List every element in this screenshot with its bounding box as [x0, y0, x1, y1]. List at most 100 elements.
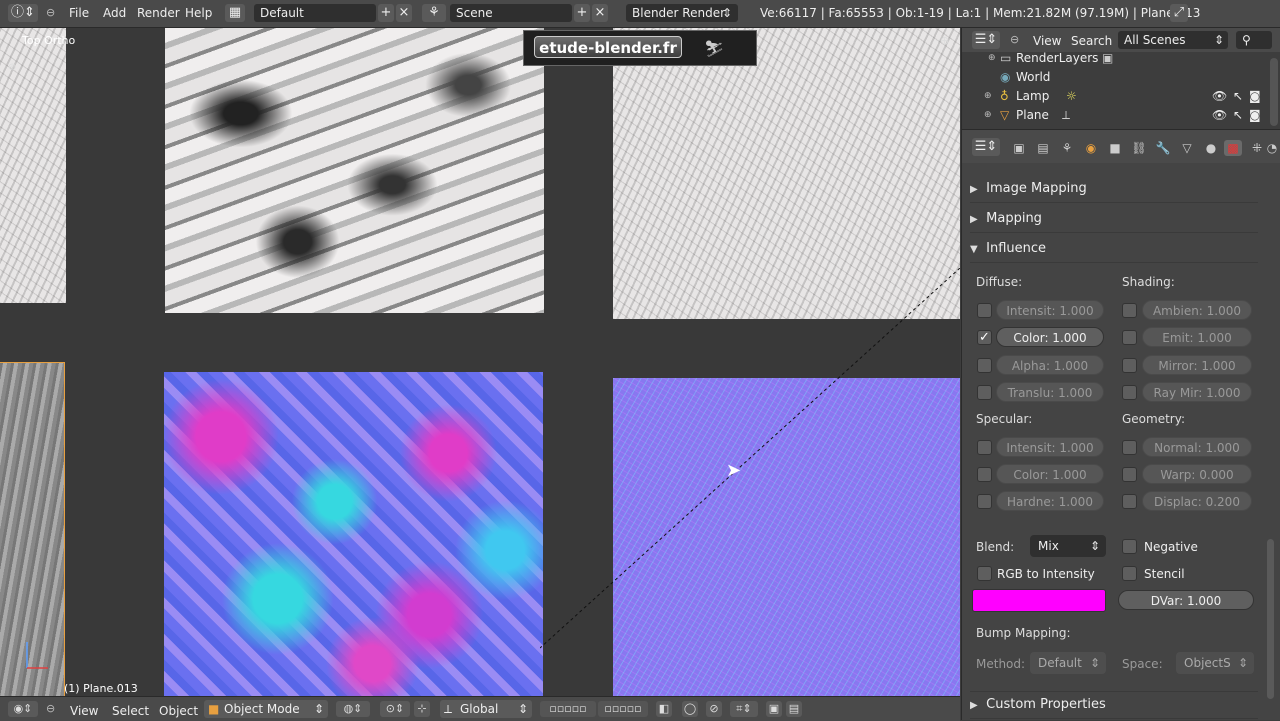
outliner-row-renderlayers[interactable]: ⊕ ▭ RenderLayers ▣ [962, 49, 1262, 68]
outliner-search-icon[interactable]: ⚲ [1236, 31, 1272, 49]
diffuse-intensity-checkbox[interactable] [977, 303, 992, 318]
properties-type-icon[interactable]: ☰⇕ [972, 138, 1000, 156]
menu-help[interactable]: Help [185, 6, 212, 20]
outliner-type-icon[interactable]: ☰⇕ [972, 31, 1000, 49]
blend-select[interactable]: Mix ⇕ [1030, 535, 1106, 557]
stencil-checkbox[interactable] [1122, 566, 1137, 581]
layers-grid-1[interactable]: ▫▫▫▫▫ [540, 701, 596, 717]
space-select[interactable]: ObjectS ⇕ [1176, 652, 1254, 674]
diffuse-color-checkbox[interactable]: ✓ [977, 330, 992, 345]
pivot-point-icon[interactable]: ⊙⇕ [380, 701, 410, 717]
renderlayers-tab-icon[interactable]: ▤ [1034, 140, 1052, 156]
data-tab-icon[interactable]: ▽ [1178, 140, 1196, 156]
renderable-camera-icon[interactable]: ◙ [1249, 106, 1261, 125]
geometry-displace-checkbox[interactable] [1122, 494, 1137, 509]
viewport-split-icon[interactable]: ⊕ [940, 34, 949, 47]
rgb-to-intensity-checkbox[interactable] [977, 566, 992, 581]
layer-lock-icon[interactable]: ◧ [656, 701, 672, 717]
proportional-edit-icon[interactable]: ◯ [682, 701, 698, 717]
screen-layout-field[interactable]: Default [254, 4, 376, 22]
transform-orientation-select[interactable]: ⟂ Global ⇕ [440, 700, 532, 718]
remove-scene-icon[interactable]: × [592, 4, 608, 22]
info-editor-type-icon[interactable]: ⓘ⇕ [8, 4, 38, 22]
geometry-displace-field[interactable]: Displac: 0.200 [1142, 491, 1252, 511]
diffuse-color-field[interactable]: Color: 1.000 [996, 327, 1104, 347]
physics-tab-icon[interactable]: ◔ [1265, 140, 1279, 156]
selectable-cursor-icon[interactable]: ↖ [1233, 87, 1243, 106]
renderable-camera-icon[interactable]: ◙ [1249, 87, 1261, 106]
properties-scrollbar[interactable] [1267, 539, 1274, 699]
menu-add[interactable]: Add [103, 6, 126, 20]
render-engine-select[interactable]: Blender Render ⇕ [626, 4, 738, 22]
diffuse-alpha-checkbox[interactable] [977, 358, 992, 373]
panel-custom-properties[interactable]: ▶ Custom Properties [970, 691, 1258, 719]
snap-toggle-icon[interactable]: ⊘ [706, 701, 722, 717]
panel-image-mapping[interactable]: ▶ Image Mapping [970, 176, 1258, 203]
specular-color-field[interactable]: Color: 1.000 [996, 464, 1104, 484]
diffuse-translu-checkbox[interactable] [977, 385, 992, 400]
texture-tab-icon[interactable]: ▩ [1224, 140, 1242, 156]
specular-intensity-field[interactable]: Intensit: 1.000 [996, 437, 1104, 457]
geometry-normal-checkbox[interactable] [1122, 440, 1137, 455]
expand-icon[interactable]: ⊕ [984, 106, 992, 125]
diffuse-intensity-field[interactable]: Intensit: 1.000 [996, 300, 1104, 320]
shading-ambient-checkbox[interactable] [1122, 303, 1137, 318]
outliner-menu-search[interactable]: Search [1071, 34, 1112, 48]
menu-select[interactable]: Select [112, 704, 149, 718]
menu-object[interactable]: Object [159, 704, 198, 718]
outliner-filter-select[interactable]: All Scenes ⇕ [1118, 31, 1228, 49]
outliner-row-world[interactable]: ◉ World [962, 68, 1262, 87]
object-tab-icon[interactable]: ■ [1106, 140, 1124, 156]
shading-mirror-checkbox[interactable] [1122, 358, 1137, 373]
panel-mapping[interactable]: ▶ Mapping [970, 206, 1258, 233]
expand-icon[interactable]: ⊕ [988, 49, 996, 68]
world-tab-icon[interactable]: ◉ [1082, 140, 1100, 156]
collapse-menu-icon[interactable]: ⊖ [1010, 33, 1019, 46]
layers-grid-2[interactable]: ▫▫▫▫▫ [598, 701, 648, 717]
constraints-tab-icon[interactable]: ⛓ [1130, 140, 1148, 156]
geometry-warp-checkbox[interactable] [1122, 467, 1137, 482]
specular-color-checkbox[interactable] [977, 467, 992, 482]
visibility-eye-icon[interactable]: 👁 [1212, 87, 1227, 106]
shading-emit-field[interactable]: Emit: 1.000 [1142, 327, 1252, 347]
add-screen-icon[interactable]: + [378, 4, 394, 22]
render-tab-icon[interactable]: ▣ [1010, 140, 1028, 156]
method-select[interactable]: Default ⇕ [1030, 652, 1106, 674]
shading-ambient-field[interactable]: Ambien: 1.000 [1142, 300, 1252, 320]
particles-tab-icon[interactable]: ⁜ [1248, 140, 1266, 156]
shading-raymir-field[interactable]: Ray Mir: 1.000 [1142, 382, 1252, 402]
remove-screen-icon[interactable]: × [396, 4, 412, 22]
outliner-scrollbar[interactable] [1270, 58, 1278, 126]
menu-view[interactable]: View [70, 704, 98, 718]
diffuse-translu-field[interactable]: Translu: 1.000 [996, 382, 1104, 402]
menu-render[interactable]: Render [137, 6, 180, 20]
mode-select[interactable]: ■ Object Mode ⇕ [204, 700, 328, 718]
editor-type-icon[interactable]: ◉⇕ [8, 701, 38, 717]
add-scene-icon[interactable]: + [574, 4, 590, 22]
expand-icon[interactable]: ⊕ [984, 87, 992, 106]
render-still-icon[interactable]: ▣ [766, 701, 782, 717]
collapse-menu-icon[interactable]: ⊖ [46, 6, 55, 19]
specular-hardness-field[interactable]: Hardne: 1.000 [996, 491, 1104, 511]
viewport-shading-icon[interactable]: ◍⇕ [336, 701, 370, 717]
scene-icon[interactable]: ⚘ [422, 4, 446, 22]
fullscreen-icon[interactable]: ⤢ [1170, 4, 1188, 22]
snap-element-icon[interactable]: ⌗⇕ [730, 701, 758, 717]
outliner-row-plane[interactable]: ⊕ ▽ Plane ⟂ 👁 ↖ ◙ [962, 106, 1262, 125]
dvar-field[interactable]: DVar: 1.000 [1118, 590, 1254, 610]
render-animation-icon[interactable]: ▤ [786, 701, 802, 717]
collapse-menu-icon[interactable]: ⊖ [46, 702, 55, 715]
geometry-warp-field[interactable]: Warp: 0.000 [1142, 464, 1252, 484]
specular-intensity-checkbox[interactable] [977, 440, 992, 455]
selectable-cursor-icon[interactable]: ↖ [1233, 106, 1243, 125]
visibility-eye-icon[interactable]: 👁 [1212, 106, 1227, 125]
3d-viewport[interactable]: Top Ortho ⊕ ⊕ etude-blender.fr ⛷ ➤ (1) P… [0, 28, 960, 696]
scene-tab-icon[interactable]: ⚘ [1058, 140, 1076, 156]
shading-mirror-field[interactable]: Mirror: 1.000 [1142, 355, 1252, 375]
diffuse-alpha-field[interactable]: Alpha: 1.000 [996, 355, 1104, 375]
outliner-row-lamp[interactable]: ⊕ ♁ Lamp ☼ 👁 ↖ ◙ [962, 87, 1262, 106]
menu-file[interactable]: File [69, 6, 89, 20]
outliner-menu-view[interactable]: View [1033, 34, 1061, 48]
negative-checkbox[interactable] [1122, 539, 1137, 554]
modifiers-tab-icon[interactable]: 🔧 [1154, 140, 1172, 156]
